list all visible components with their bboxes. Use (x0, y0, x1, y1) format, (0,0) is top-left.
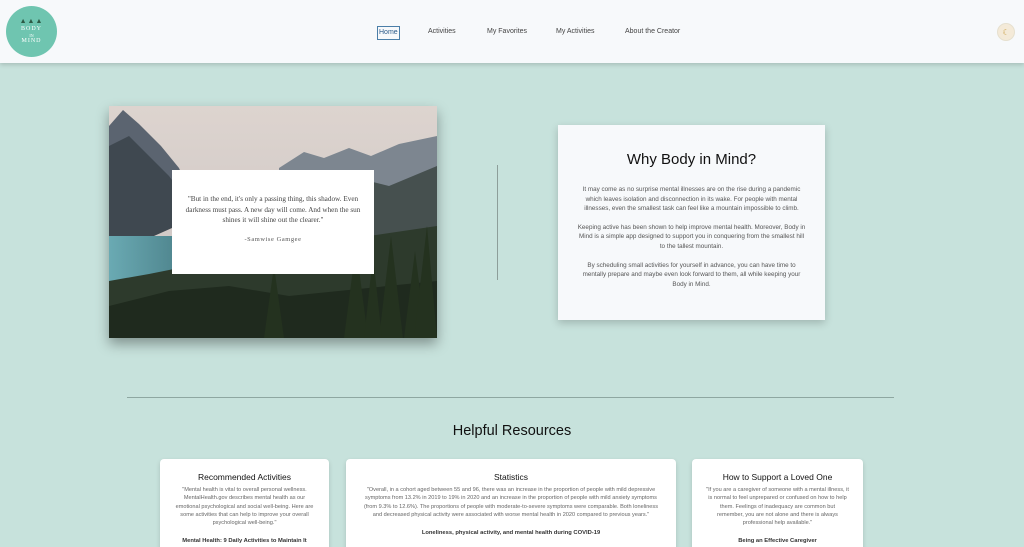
resource-card-recommended-activities: Recommended Activities "Mental health is… (160, 459, 329, 547)
nav-my-favorites[interactable]: My Favorites (486, 26, 528, 38)
card-title: Statistics (493, 472, 528, 482)
card-link[interactable]: Mental Health: 9 Daily Activities to Mai… (174, 538, 315, 544)
card-link[interactable]: Loneliness, physical activity, and menta… (360, 530, 662, 536)
trees-icon: ▲▲▲ (19, 18, 44, 25)
why-title: Why Body in Mind? (626, 151, 757, 168)
card-text: "Overall, in a cohort aged between 55 an… (363, 487, 659, 518)
quote-card: "But in the end, it's only a passing thi… (172, 170, 374, 274)
resource-card-support-loved-one: How to Support a Loved One "If you are a… (692, 459, 863, 547)
moon-icon: ☾ (1002, 27, 1010, 37)
nav-my-activities[interactable]: My Activities (555, 26, 596, 38)
why-paragraph: By scheduling small activities for yours… (582, 261, 801, 288)
card-title: Recommended Activities (197, 472, 292, 482)
vertical-divider (497, 165, 498, 280)
card-link[interactable]: Being an Effective Caregiver (706, 538, 849, 544)
top-navbar: ▲▲▲ BODY IN MIND Home Activities My Favo… (0, 0, 1024, 63)
why-paragraph: It may come as no surprise mental illnes… (582, 186, 801, 213)
nav-about-creator[interactable]: About the Creator (624, 26, 681, 38)
nav-home[interactable]: Home (377, 26, 400, 40)
quote-author: -Samwise Gamgee (244, 235, 302, 243)
main-menu: Home Activities My Favorites My Activiti… (0, 26, 1024, 40)
helpful-resources-title: Helpful Resources (452, 423, 572, 439)
resource-card-statistics: Statistics "Overall, in a cohort aged be… (346, 459, 676, 547)
quote-text: "But in the end, it's only a passing thi… (185, 195, 361, 224)
card-text: "Mental health is vital to overall perso… (175, 487, 314, 527)
card-text: "If you are a caregiver of someone with … (706, 487, 849, 527)
why-paragraph: Keeping active has been shown to help im… (577, 223, 806, 250)
theme-toggle-button[interactable]: ☾ (997, 23, 1015, 41)
card-title: How to Support a Loved One (722, 472, 833, 482)
section-divider (127, 397, 894, 398)
nav-activities[interactable]: Activities (427, 26, 457, 38)
why-body-in-mind-card: Why Body in Mind? It may come as no surp… (558, 125, 825, 320)
